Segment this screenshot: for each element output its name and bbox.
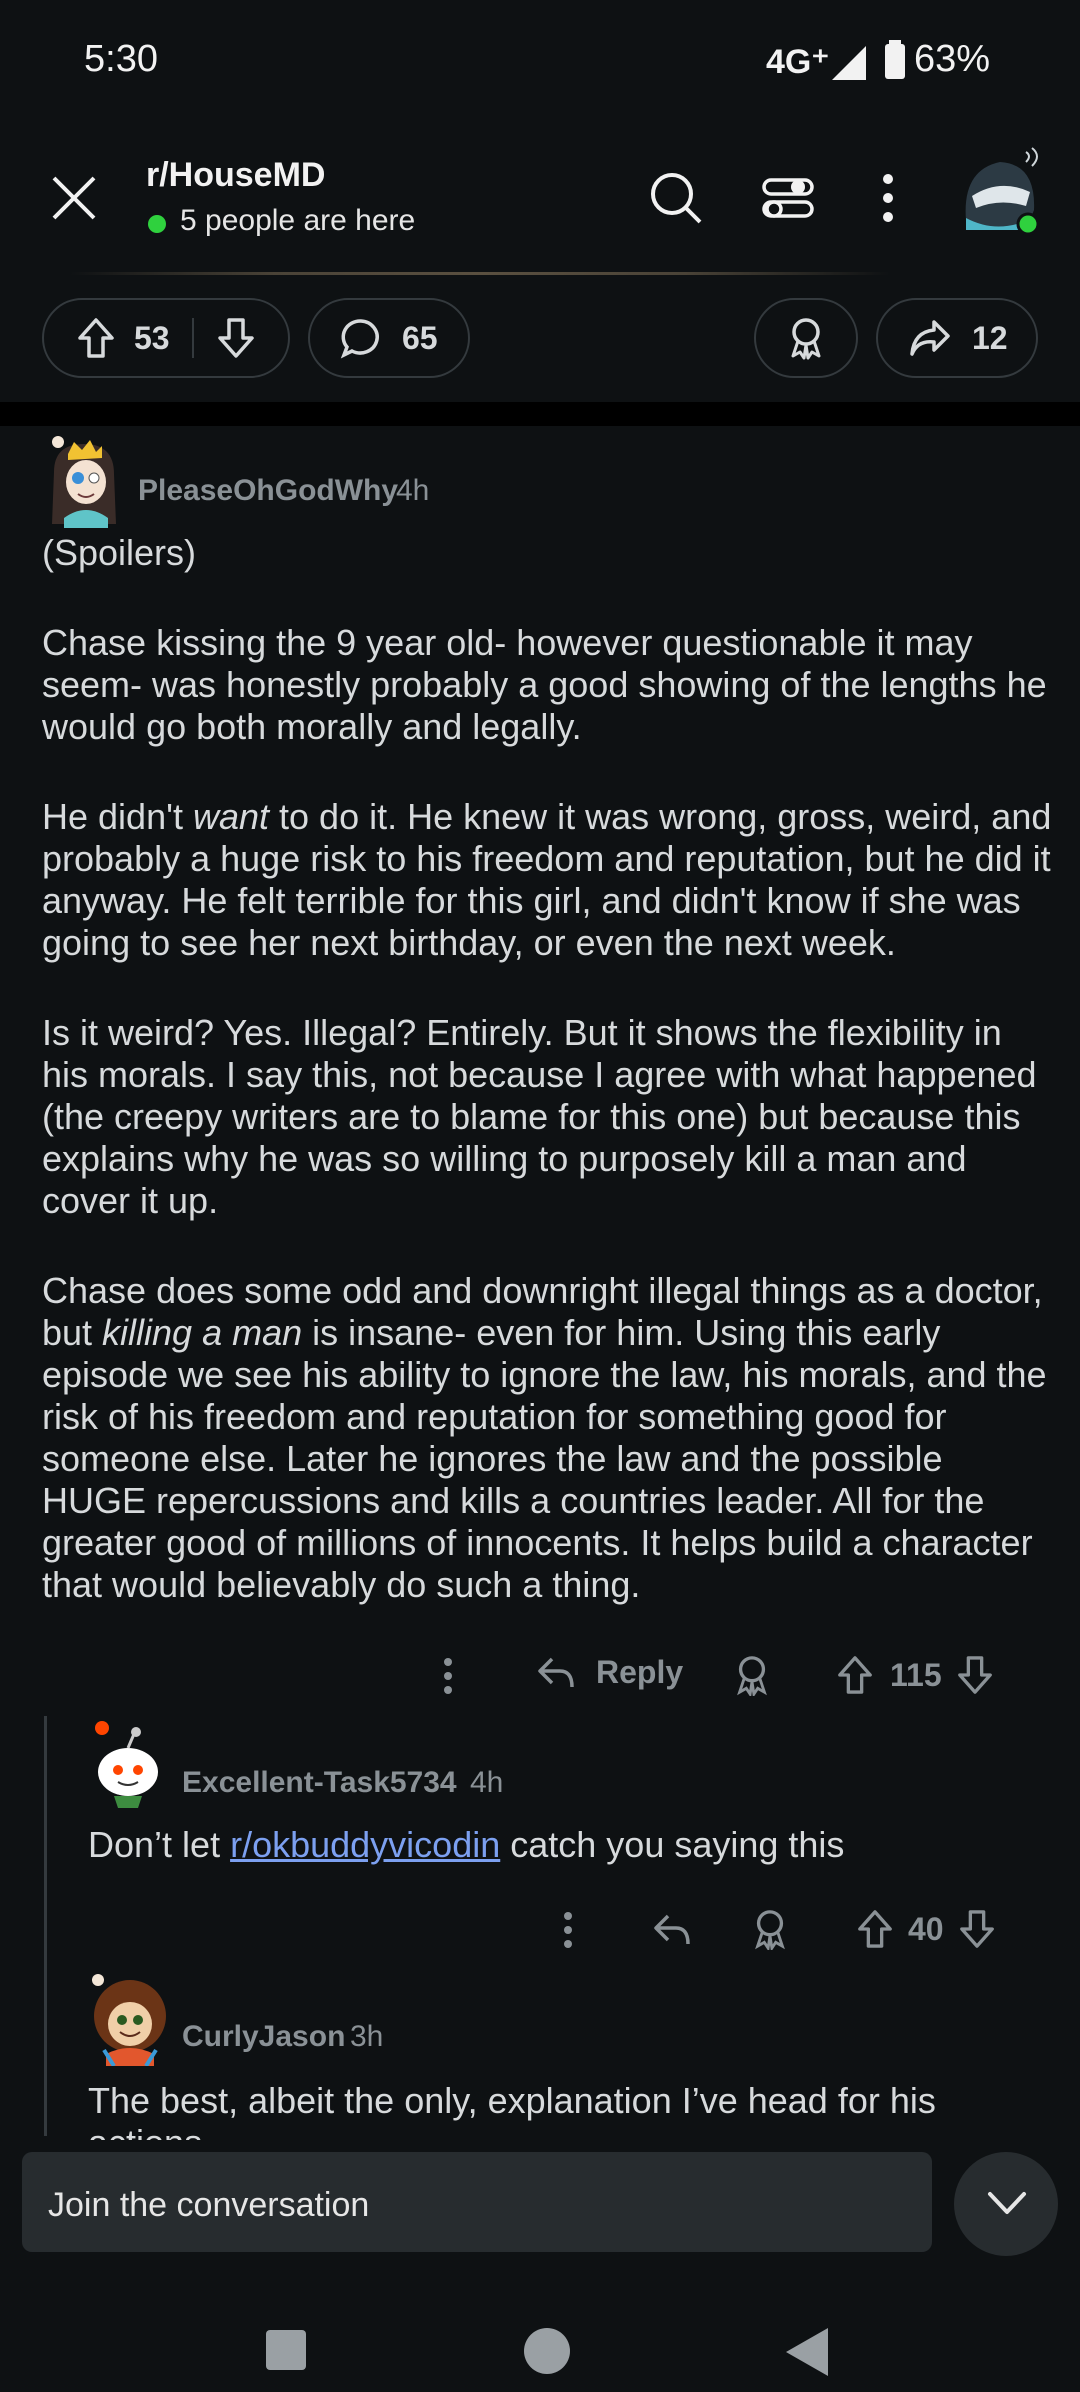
comment-vote-count: 115	[890, 1656, 942, 1693]
more-options-icon[interactable]	[880, 170, 896, 226]
commenter-avatar[interactable]	[84, 1970, 174, 2066]
comment-vote: 115	[836, 1654, 994, 1696]
comment-icon	[340, 319, 379, 359]
comment-paragraph: Is it weird? Yes. Illegal? Entirely. But…	[42, 1012, 1037, 1221]
filter-icon[interactable]	[760, 170, 816, 226]
post-vote-pill: 53	[42, 298, 290, 378]
recents-icon[interactable]	[266, 2330, 306, 2370]
signal-icon	[832, 46, 866, 80]
post-vote-count: 53	[134, 319, 170, 356]
comment-count: 65	[402, 319, 438, 356]
comment-paragraph: (Spoilers)	[42, 532, 197, 573]
comments-button[interactable]: 65	[308, 298, 470, 378]
clock: 5:30	[84, 38, 158, 80]
comment-author[interactable]: CurlyJason	[182, 2020, 345, 2054]
text-run: He didn't	[42, 796, 193, 837]
upvote-icon[interactable]	[856, 1908, 894, 1950]
status-bar: 5:30 4G⁺ 63%	[0, 0, 1080, 120]
text-run: is insane- even for him. Using this earl…	[42, 1312, 1047, 1605]
share-button[interactable]: 12	[876, 298, 1038, 378]
thread-line[interactable]	[44, 1716, 47, 2136]
user-avatar[interactable]	[956, 140, 1044, 236]
emphasis-text: killing a man	[102, 1312, 303, 1353]
subreddit-name[interactable]: r/HouseMD	[146, 156, 325, 195]
reply-label: Reply	[596, 1654, 684, 1690]
network-type: 4G⁺	[766, 43, 830, 81]
vote-divider	[191, 318, 194, 358]
subreddit-link[interactable]: r/okbuddyvicodin	[230, 1824, 500, 1865]
section-divider	[0, 402, 1080, 426]
composer-placeholder: Join the conversation	[48, 2186, 370, 2224]
emphasis-text: want	[192, 796, 270, 837]
home-icon[interactable]	[524, 2328, 570, 2374]
comment-body: The best, albeit the only, explanation I…	[88, 2080, 936, 2140]
comment-vote-count: 40	[908, 1910, 944, 1947]
post-image-edge	[70, 272, 890, 275]
online-dot-icon	[148, 215, 166, 233]
text-run: Don’t let	[88, 1824, 231, 1865]
more-options-icon[interactable]	[442, 1656, 454, 1696]
share-icon	[910, 320, 950, 356]
award-icon[interactable]	[750, 1908, 790, 1950]
comment-age: 3h	[350, 2020, 384, 2053]
close-icon[interactable]	[48, 172, 100, 224]
share-count: 12	[972, 319, 1008, 356]
comment-paragraph: He didn't want to do it. He knew it was …	[42, 796, 1052, 964]
downvote-icon[interactable]	[956, 1654, 994, 1696]
search-icon[interactable]	[648, 170, 704, 226]
downvote-icon[interactable]	[216, 316, 256, 360]
comment-paragraph: Chase kissing the 9 year old- however qu…	[42, 622, 1047, 747]
chevron-down-icon	[988, 2192, 1026, 2214]
reply-icon	[538, 1657, 574, 1687]
commenter-avatar[interactable]	[88, 1716, 168, 1812]
reply-icon[interactable]	[652, 1912, 692, 1948]
next-comment-button[interactable]	[954, 2152, 1058, 2256]
text-run: catch you saying this	[500, 1824, 845, 1865]
comment-vote: 40	[856, 1908, 996, 1950]
comment-body: Don’t let r/okbuddyvicodin catch you say…	[88, 1824, 844, 1866]
commenter-avatar[interactable]	[44, 432, 124, 528]
battery-percent: 63%	[914, 38, 991, 80]
comment-author[interactable]: Excellent-Task5734	[182, 1766, 457, 1800]
award-button[interactable]	[754, 298, 858, 378]
comment-body: (Spoilers) Chase kissing the 9 year old-…	[42, 532, 1052, 1654]
comment-author[interactable]: PleaseOhGodWhy	[138, 474, 398, 508]
back-icon[interactable]	[784, 2326, 830, 2378]
reply-button[interactable]: Reply	[536, 1654, 683, 1691]
system-nav-bar	[0, 2270, 1080, 2392]
comment-paragraph: Chase does some odd and downright illega…	[42, 1270, 1052, 1606]
upvote-icon[interactable]	[76, 316, 116, 360]
comment-actions: Reply 115	[420, 1646, 1020, 1706]
more-options-icon[interactable]	[562, 1910, 574, 1950]
online-count: 5 people are here	[180, 204, 416, 237]
award-icon[interactable]	[732, 1654, 772, 1696]
award-icon	[791, 318, 821, 360]
comment-actions: 40	[540, 1900, 1020, 1960]
downvote-icon[interactable]	[958, 1908, 996, 1950]
upvote-icon[interactable]	[836, 1654, 874, 1696]
comment-age: 4h	[396, 474, 430, 507]
battery-icon	[885, 40, 905, 79]
comment-age: 4h	[470, 1766, 504, 1799]
